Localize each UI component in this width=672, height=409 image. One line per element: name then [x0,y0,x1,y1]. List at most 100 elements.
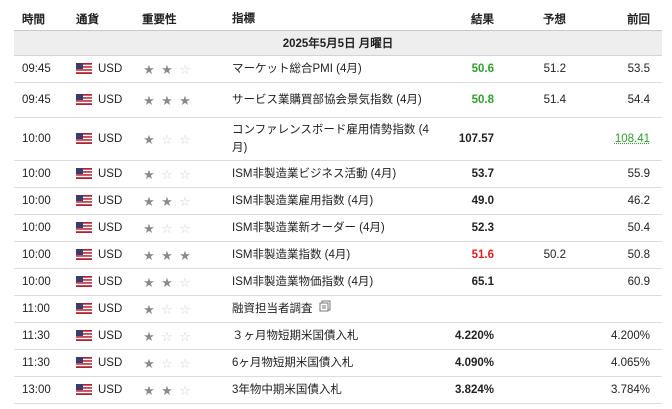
us-flag-icon [76,357,98,369]
importance-rating: ★ ☆ ☆ [142,357,232,370]
event-name[interactable]: ISM非製造業物価指数 (4月) [232,273,432,291]
previous-value: 4.065% [610,357,650,369]
header-forecast[interactable]: 予想 [494,11,566,27]
header-actual[interactable]: 結果 [432,11,494,27]
event-name[interactable]: コンファレンスボード雇用情勢指数 (4月) [232,121,432,157]
table-row[interactable]: 11:30 USD ★ ☆ ☆ ３ヶ月物短期米国債入札 4.220% 4.200% [14,323,662,350]
event-name-label[interactable]: マーケット総合PMI (4月) [232,63,362,75]
importance-rating: ★ ☆ ☆ [142,222,232,235]
currency-label: USD [98,384,123,396]
event-name-label[interactable]: ISM非製造業指数 (4月) [232,249,350,261]
star-icon: ★ [143,131,155,147]
table-row[interactable]: 13:00 USD ★ ★ ☆ 3年物中期米国債入札 3.824% 3.784% [14,377,662,404]
actual-value: 4.220% [454,330,494,342]
event-name[interactable]: ISM非製造業雇用指数 (4月) [232,192,432,210]
star-outline-icon: ☆ [179,328,191,344]
table-row[interactable]: 10:00 USD ★ ★ ☆ ISM非製造業雇用指数 (4月) 49.0 46.2 [14,188,662,215]
currency-label: USD [98,303,123,315]
event-name-label[interactable]: ISM非製造業新オーダー (4月) [232,222,385,234]
previous-value: 3.784% [610,384,650,396]
star-icon: ★ [143,61,155,77]
header-time[interactable]: 時間 [14,11,76,27]
table-row[interactable]: 11:30 USD ★ ☆ ☆ 6ヶ月物短期米国債入札 4.090% 4.065% [14,350,662,377]
actual-value: 49.0 [471,195,494,207]
currency-cell: USD [76,94,142,106]
event-name[interactable]: サービス業購買部協会景気指数 (4月) [232,91,432,109]
star-outline-icon: ☆ [161,328,173,344]
actual-value: 53.7 [471,168,494,180]
star-outline-icon: ☆ [179,131,191,147]
actual-value: 50.6 [471,63,494,75]
event-name[interactable]: ISM非製造業ビジネス活動 (4月) [232,165,432,183]
event-name-label[interactable]: 6ヶ月物短期米国債入札 [232,357,353,369]
table-row[interactable]: 10:00 USD ★ ☆ ☆ ISM非製造業新オーダー (4月) 52.3 50.4 [14,215,662,242]
event-time: 13:00 [22,384,51,396]
event-time: 10:00 [22,168,51,180]
event-name-label[interactable]: ISM非製造業ビジネス活動 (4月) [232,168,396,180]
star-icon: ★ [143,247,155,263]
star-icon: ★ [143,166,155,182]
star-icon: ★ [143,355,155,371]
document-icon[interactable] [319,300,331,318]
currency-cell: USD [76,133,142,145]
us-flag-icon [76,303,98,315]
event-name-label[interactable]: 融資担当者調査 [232,303,313,315]
table-row[interactable]: 09:45 USD ★ ★ ☆ マーケット総合PMI (4月) 50.6 51.2 53.5 [14,56,662,83]
event-name[interactable]: ISM非製造業新オーダー (4月) [232,219,432,237]
table-row[interactable]: 09:45 USD ★ ★ ★ サービス業購買部協会景気指数 (4月) 50.8 51.4 54… [14,83,662,118]
table-row[interactable]: 11:00 USD ★ ☆ ☆ 融資担当者調査 [14,296,662,323]
star-outline-icon: ☆ [161,301,173,317]
header-currency[interactable]: 通貨 [76,11,142,27]
event-name-label[interactable]: ISM非製造業物価指数 (4月) [232,276,373,288]
star-outline-icon: ☆ [161,355,173,371]
star-outline-icon: ☆ [179,61,191,77]
event-name-label[interactable]: サービス業購買部協会景気指数 (4月) [232,94,422,106]
header-importance[interactable]: 重要性 [142,11,232,27]
date-header: 2025年5月5日 月曜日 [14,30,662,56]
star-icon: ★ [161,274,173,290]
previous-value: 53.5 [627,63,650,75]
table-row[interactable]: 10:00 USD ★ ★ ★ ISM非製造業指数 (4月) 51.6 50.2 50.8 [14,242,662,269]
event-name[interactable]: 融資担当者調査 [232,300,432,318]
actual-value: 50.8 [471,94,494,106]
currency-cell: USD [76,249,142,261]
event-time: 10:00 [22,222,51,234]
event-name[interactable]: 6ヶ月物短期米国債入札 [232,354,432,372]
table-row[interactable]: 10:00 USD ★ ☆ ☆ ISM非製造業ビジネス活動 (4月) 53.7 55.9 [14,161,662,188]
previous-value: 4.200% [610,330,650,342]
currency-label: USD [98,168,123,180]
event-name[interactable]: ３ヶ月物短期米国債入札 [232,327,432,345]
event-name[interactable]: ISM非製造業指数 (4月) [232,246,432,264]
star-outline-icon: ☆ [179,193,191,209]
event-name-label[interactable]: ISM非製造業雇用指数 (4月) [232,195,373,207]
currency-label: USD [98,133,123,145]
table-row[interactable]: 10:00 USD ★ ☆ ☆ コンファレンスボード雇用情勢指数 (4月) 107.57 10… [14,118,662,161]
header-event[interactable]: 指標 [232,10,432,28]
table-header: 時間 通貨 重要性 指標 結果 予想 前回 [14,8,662,30]
previous-value: 108.41 [614,133,650,145]
currency-label: USD [98,94,123,106]
table-row[interactable]: 10:00 USD ★ ★ ☆ ISM非製造業物価指数 (4月) 65.1 60.9 [14,269,662,296]
event-name[interactable]: マーケット総合PMI (4月) [232,60,432,78]
star-icon: ★ [143,220,155,236]
importance-rating: ★ ★ ☆ [142,195,232,208]
previous-value: 60.9 [627,276,650,288]
star-outline-icon: ☆ [179,220,191,236]
event-name-label[interactable]: コンファレンスボード雇用情勢指数 (4月) [232,124,429,154]
event-time: 10:00 [22,276,51,288]
star-icon: ★ [143,301,155,317]
star-icon: ★ [179,92,191,108]
previous-value: 54.4 [627,94,650,106]
star-icon: ★ [161,61,173,77]
event-time: 11:00 [22,303,50,315]
star-icon: ★ [143,328,155,344]
event-time: 10:00 [22,195,51,207]
actual-value: 4.090% [454,357,494,369]
event-time: 09:45 [22,94,51,106]
header-previous[interactable]: 前回 [566,11,650,27]
event-list: 09:45 USD ★ ★ ☆ マーケット総合PMI (4月) 50.6 51.2 53.5 09… [14,56,662,404]
importance-rating: ★ ★ ☆ [142,63,232,76]
event-name-label[interactable]: 3年物中期米国債入札 [232,384,342,396]
event-name[interactable]: 3年物中期米国債入札 [232,381,432,399]
event-name-label[interactable]: ３ヶ月物短期米国債入札 [232,330,359,342]
